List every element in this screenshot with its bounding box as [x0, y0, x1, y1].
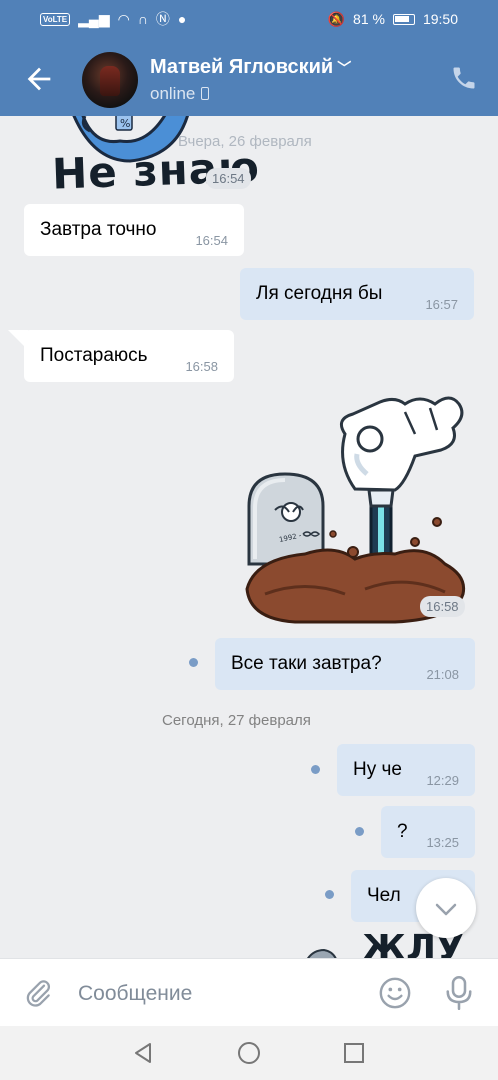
microphone-icon[interactable] [444, 975, 474, 1011]
contact-name[interactable]: Матвей Ягловский ﹀ [150, 56, 351, 79]
status-text: online [150, 84, 196, 103]
clock: 19:50 [422, 11, 458, 27]
mute-icon: 🔕 [327, 11, 346, 27]
emoji-icon[interactable] [378, 976, 412, 1010]
status-bar: VoLTE ▂▄▆ ◠ ∩ Ⓝ ● 🔕 81 % 19:50 [0, 0, 498, 40]
message-input[interactable] [78, 979, 358, 1009]
chat-header: Матвей Ягловский ﹀ online [0, 40, 498, 116]
chevron-down-icon [435, 903, 457, 916]
battery-icon [392, 13, 415, 25]
chat-notification-icon: ● [177, 11, 187, 27]
message-text: Ля сегодня бы [256, 283, 383, 304]
message-text: Все таки завтра? [231, 653, 382, 674]
volte-icon: VoLTE [40, 12, 71, 26]
chevron-down-icon: ﹀ [337, 59, 352, 76]
sticker-time: 16:58 [420, 596, 465, 617]
message-bubble[interactable]: Все таки завтра? 21:08 [215, 638, 475, 690]
message-time: 12:29 [426, 773, 459, 788]
date-separator: Сегодня, 27 февраля [162, 712, 311, 729]
message-text: Постараюсь [40, 345, 148, 366]
nav-back-icon[interactable] [132, 1042, 154, 1064]
message-time: 16:57 [425, 297, 458, 312]
message-text: Завтра точно [40, 219, 157, 240]
mobile-icon [201, 87, 210, 100]
message-text: Чел [367, 885, 401, 906]
contact-status: online [150, 84, 210, 104]
date-separator: Вчера, 26 февраля [178, 133, 312, 150]
system-nav-bar [0, 1026, 498, 1080]
battery-percent: 81 % [353, 11, 385, 27]
svg-text:%: % [120, 117, 130, 130]
message-list[interactable]: % Не знаю Вчера, 26 февраля 16:54 Завтра… [0, 116, 498, 958]
nav-home-icon[interactable] [238, 1042, 260, 1064]
message-text: ? [397, 821, 408, 842]
scroll-down-button[interactable] [416, 878, 476, 938]
wifi-icon: ◠ [117, 11, 130, 27]
back-arrow-icon[interactable] [22, 62, 56, 96]
unread-dot [325, 890, 334, 899]
message-composer [0, 958, 498, 1026]
message-bubble[interactable]: Ну че 12:29 [337, 744, 475, 796]
sticker-ok-grave[interactable]: 1992 - [245, 394, 470, 626]
message-bubble[interactable]: Ля сегодня бы 16:57 [240, 268, 474, 320]
message-time: 21:08 [426, 667, 459, 682]
sticker-time: 16:54 [206, 168, 251, 189]
sticker-partial [307, 948, 337, 958]
headphones-icon: ∩ [137, 11, 148, 27]
nfc-icon: Ⓝ [155, 11, 170, 27]
message-time: 13:25 [426, 835, 459, 850]
message-time: 16:54 [195, 233, 228, 248]
message-bubble[interactable]: Постараюсь 16:58 [24, 330, 234, 382]
nav-recents-icon[interactable] [344, 1043, 364, 1063]
phone-icon[interactable] [450, 64, 478, 92]
unread-dot [189, 658, 198, 667]
unread-dot [311, 765, 320, 774]
message-time: 16:58 [185, 359, 218, 374]
contact-name-text: Матвей Ягловский [150, 56, 334, 78]
message-bubble[interactable]: ? 13:25 [381, 806, 475, 858]
attach-icon[interactable] [22, 977, 54, 1009]
message-text: Ну че [353, 759, 402, 780]
message-bubble[interactable]: Завтра точно 16:54 [24, 204, 244, 256]
unread-dot [355, 827, 364, 836]
avatar[interactable] [82, 52, 138, 108]
signal-icon: ▂▄▆ [78, 11, 110, 27]
